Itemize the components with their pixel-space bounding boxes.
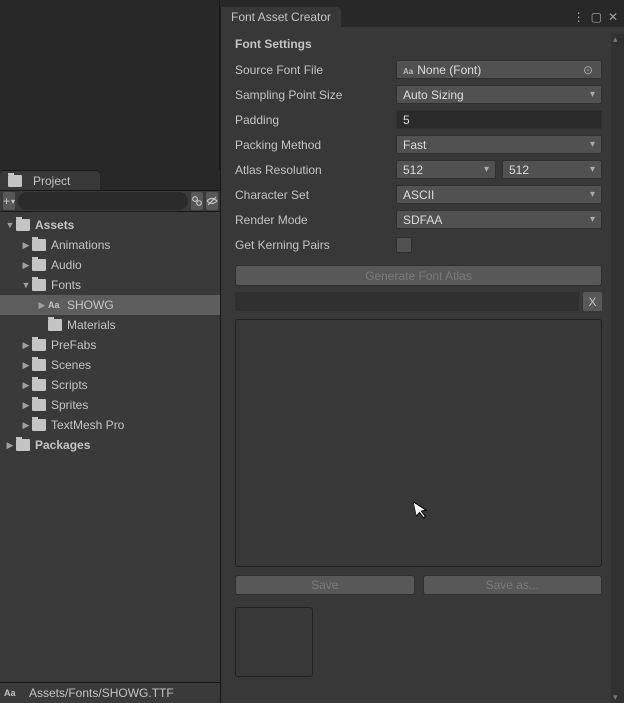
folder-icon bbox=[48, 319, 62, 331]
project-tree[interactable]: ▼Assets ▶Animations ▶Audio ▼Fonts ▶AaSHO… bbox=[0, 212, 220, 682]
section-title: Font Settings bbox=[235, 37, 602, 51]
label-charset: Character Set bbox=[235, 188, 390, 202]
sampling-dropdown[interactable]: Auto Sizing bbox=[396, 85, 602, 104]
folder-icon bbox=[16, 439, 30, 451]
font-icon: Aa bbox=[4, 688, 18, 698]
maximize-icon[interactable]: ▢ bbox=[591, 10, 602, 24]
kebab-menu-icon[interactable]: ⋮ bbox=[573, 10, 585, 24]
atlas-height-dropdown[interactable]: 512 bbox=[502, 160, 602, 179]
generate-button[interactable]: Generate Font Atlas bbox=[235, 265, 602, 286]
search-wrapper bbox=[18, 192, 188, 210]
render-value: SDFAA bbox=[403, 213, 442, 227]
tree-item-sprites[interactable]: ▶Sprites bbox=[0, 395, 220, 415]
toggle-hidden-button[interactable] bbox=[206, 192, 218, 210]
output-log bbox=[235, 319, 602, 567]
scene-viewport bbox=[0, 0, 220, 170]
tree-label: Audio bbox=[51, 258, 82, 272]
tree-item-fonts[interactable]: ▼Fonts bbox=[0, 275, 220, 295]
padding-input[interactable] bbox=[397, 113, 601, 127]
sampling-value: Auto Sizing bbox=[403, 88, 464, 102]
folder-icon bbox=[32, 279, 46, 291]
tree-label: Materials bbox=[67, 318, 116, 332]
tree-label: Fonts bbox=[51, 278, 81, 292]
tree-item-audio[interactable]: ▶Audio bbox=[0, 255, 220, 275]
label-source-font: Source Font File bbox=[235, 63, 390, 77]
folder-icon bbox=[32, 339, 46, 351]
atlas-width-dropdown[interactable]: 512 bbox=[396, 160, 496, 179]
tree-item-packages[interactable]: ▶Packages bbox=[0, 435, 220, 455]
tree-label: PreFabs bbox=[51, 338, 96, 352]
tree-item-assets[interactable]: ▼Assets bbox=[0, 215, 220, 235]
save-button[interactable]: Save bbox=[235, 575, 415, 595]
save-as-button[interactable]: Save as... bbox=[423, 575, 603, 595]
tree-label: Sprites bbox=[51, 398, 88, 412]
tree-label: Scenes bbox=[51, 358, 91, 372]
tree-label: TextMesh Pro bbox=[51, 418, 124, 432]
packing-value: Fast bbox=[403, 138, 426, 152]
label-padding: Padding bbox=[235, 113, 390, 127]
atlas-height-value: 512 bbox=[509, 163, 529, 177]
source-font-value: None (Font) bbox=[417, 63, 481, 77]
atlas-width-value: 512 bbox=[403, 163, 423, 177]
packing-dropdown[interactable]: Fast bbox=[396, 135, 602, 154]
folder-icon bbox=[32, 359, 46, 371]
tree-item-animations[interactable]: ▶Animations bbox=[0, 235, 220, 255]
project-toolbar: +▾ bbox=[0, 190, 220, 212]
tree-label: Scripts bbox=[51, 378, 88, 392]
tree-label: Packages bbox=[35, 438, 90, 452]
atlas-preview bbox=[235, 607, 313, 677]
tree-label: Animations bbox=[51, 238, 110, 252]
tree-item-prefabs[interactable]: ▶PreFabs bbox=[0, 335, 220, 355]
font-icon: Aa bbox=[48, 300, 62, 310]
folder-icon bbox=[32, 419, 46, 431]
render-dropdown[interactable]: SDFAA bbox=[396, 210, 602, 229]
project-tab-label: Project bbox=[33, 174, 70, 188]
tree-item-materials[interactable]: Materials bbox=[0, 315, 220, 335]
label-render: Render Mode bbox=[235, 213, 390, 227]
source-font-field[interactable]: AaNone (Font) ⊙ bbox=[396, 60, 602, 79]
charset-value: ASCII bbox=[403, 188, 434, 202]
kerning-checkbox[interactable] bbox=[396, 237, 412, 253]
label-sampling: Sampling Point Size bbox=[235, 88, 390, 102]
close-icon[interactable]: ✕ bbox=[608, 10, 618, 24]
save-label: Save bbox=[311, 578, 338, 592]
project-tab[interactable]: Project bbox=[0, 170, 100, 190]
tree-item-textmeshpro[interactable]: ▶TextMesh Pro bbox=[0, 415, 220, 435]
status-path: Assets/Fonts/SHOWG.TTF bbox=[29, 686, 174, 700]
clear-button[interactable]: X bbox=[583, 292, 602, 311]
tree-label: SHOWG bbox=[67, 298, 114, 312]
tree-label: Assets bbox=[35, 218, 74, 232]
label-packing: Packing Method bbox=[235, 138, 390, 152]
label-atlas: Atlas Resolution bbox=[235, 163, 390, 177]
window-tab[interactable]: Font Asset Creator bbox=[221, 7, 341, 27]
save-as-label: Save as... bbox=[486, 578, 539, 592]
folder-icon bbox=[32, 239, 46, 251]
folder-icon bbox=[32, 259, 46, 271]
tree-item-scenes[interactable]: ▶Scenes bbox=[0, 355, 220, 375]
folder-icon bbox=[8, 175, 22, 187]
clear-label: X bbox=[588, 295, 596, 309]
folder-icon bbox=[16, 219, 30, 231]
label-kerning: Get Kerning Pairs bbox=[235, 238, 390, 252]
progress-bar bbox=[235, 292, 579, 311]
status-bar: Aa Assets/Fonts/SHOWG.TTF bbox=[0, 682, 220, 703]
folder-icon bbox=[32, 379, 46, 391]
folder-icon bbox=[32, 399, 46, 411]
create-button[interactable]: +▾ bbox=[3, 192, 15, 210]
charset-dropdown[interactable]: ASCII bbox=[396, 185, 602, 204]
search-input[interactable] bbox=[18, 192, 188, 210]
tree-item-scripts[interactable]: ▶Scripts bbox=[0, 375, 220, 395]
filter-by-type-button[interactable] bbox=[191, 192, 203, 210]
window-tab-bar: Font Asset Creator ⋮ ▢ ✕ bbox=[221, 7, 624, 27]
object-picker-icon[interactable]: ⊙ bbox=[581, 63, 595, 77]
window-title: Font Asset Creator bbox=[231, 10, 331, 24]
generate-label: Generate Font Atlas bbox=[365, 269, 472, 283]
tree-item-showg[interactable]: ▶AaSHOWG bbox=[0, 295, 220, 315]
